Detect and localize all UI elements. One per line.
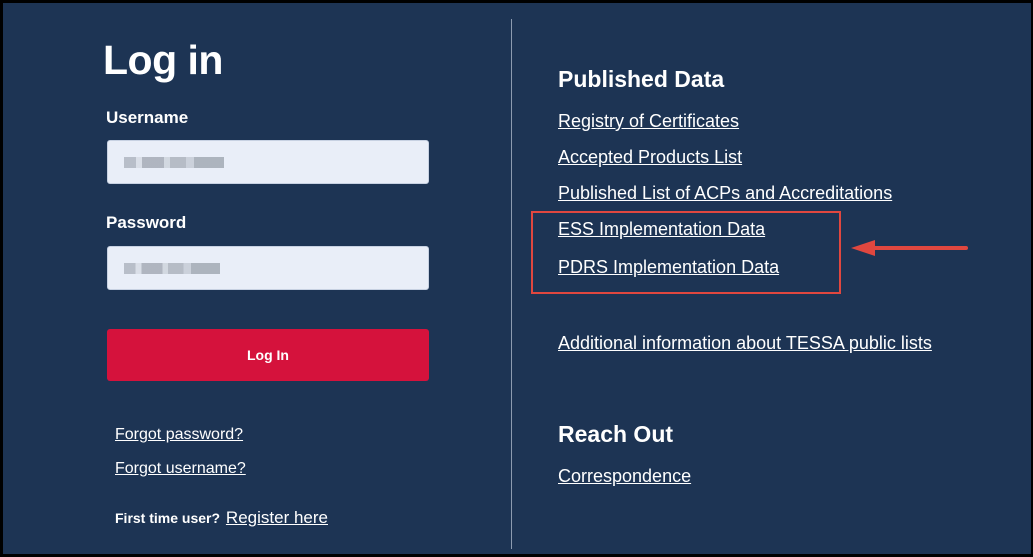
additional-info-link[interactable]: Additional information about TESSA publi… [558, 333, 932, 354]
first-time-label: First time user? [115, 510, 221, 526]
published-data-heading: Published Data [558, 66, 725, 92]
forgot-password-link[interactable]: Forgot password? [115, 426, 243, 444]
registry-of-certificates-link[interactable]: Registry of Certificates [558, 111, 739, 132]
column-divider [511, 19, 512, 549]
password-label: Password [106, 213, 187, 232]
register-link[interactable]: Register here [226, 508, 328, 527]
arrow-left-icon [851, 240, 968, 256]
accepted-products-list-link[interactable]: Accepted Products List [558, 147, 742, 168]
login-button[interactable]: Log In [107, 329, 429, 381]
username-label: Username [106, 108, 189, 127]
published-list-acps-link[interactable]: Published List of ACPs and Accreditation… [558, 183, 892, 204]
forgot-username-link[interactable]: Forgot username? [115, 460, 246, 478]
username-field[interactable] [107, 140, 429, 184]
password-value-blurred [124, 263, 220, 274]
reach-out-heading: Reach Out [558, 421, 674, 447]
page-frame: Log in Username Password Log In Forgot p… [0, 0, 1033, 557]
password-field[interactable] [107, 246, 429, 290]
login-title: Log in [103, 37, 223, 83]
first-time-user: First time user? Register here [115, 508, 328, 528]
username-value-blurred [124, 157, 224, 168]
annotation-highlight-box [531, 211, 841, 294]
correspondence-link[interactable]: Correspondence [558, 466, 691, 487]
